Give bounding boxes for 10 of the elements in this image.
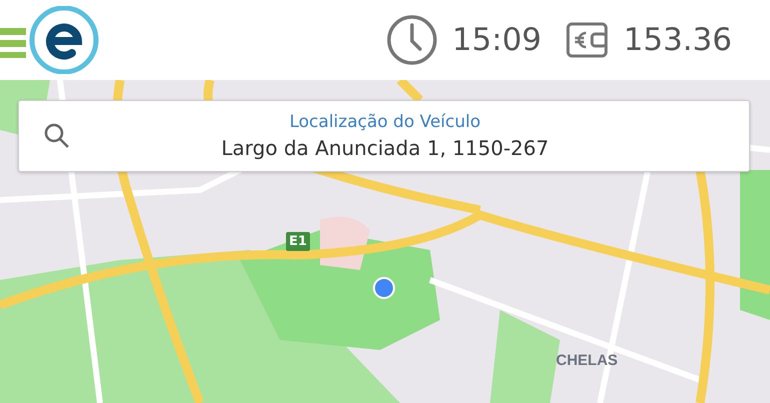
clock-icon [386,14,438,66]
road-shield: E1 [286,232,310,251]
area-label: CHELAS [556,352,618,369]
field-label: Localização do Veículo [289,112,481,132]
wallet-icon [566,22,610,58]
address-text: Largo da Anunciada 1, 1150-267 [221,136,549,160]
search-icon [43,122,71,150]
time-text: 15:09 [452,22,542,58]
search-card[interactable]: Localização do Veículo Largo da Anunciada 1, 1150-267 [18,100,750,172]
balance-text: 153.36 [624,22,732,58]
